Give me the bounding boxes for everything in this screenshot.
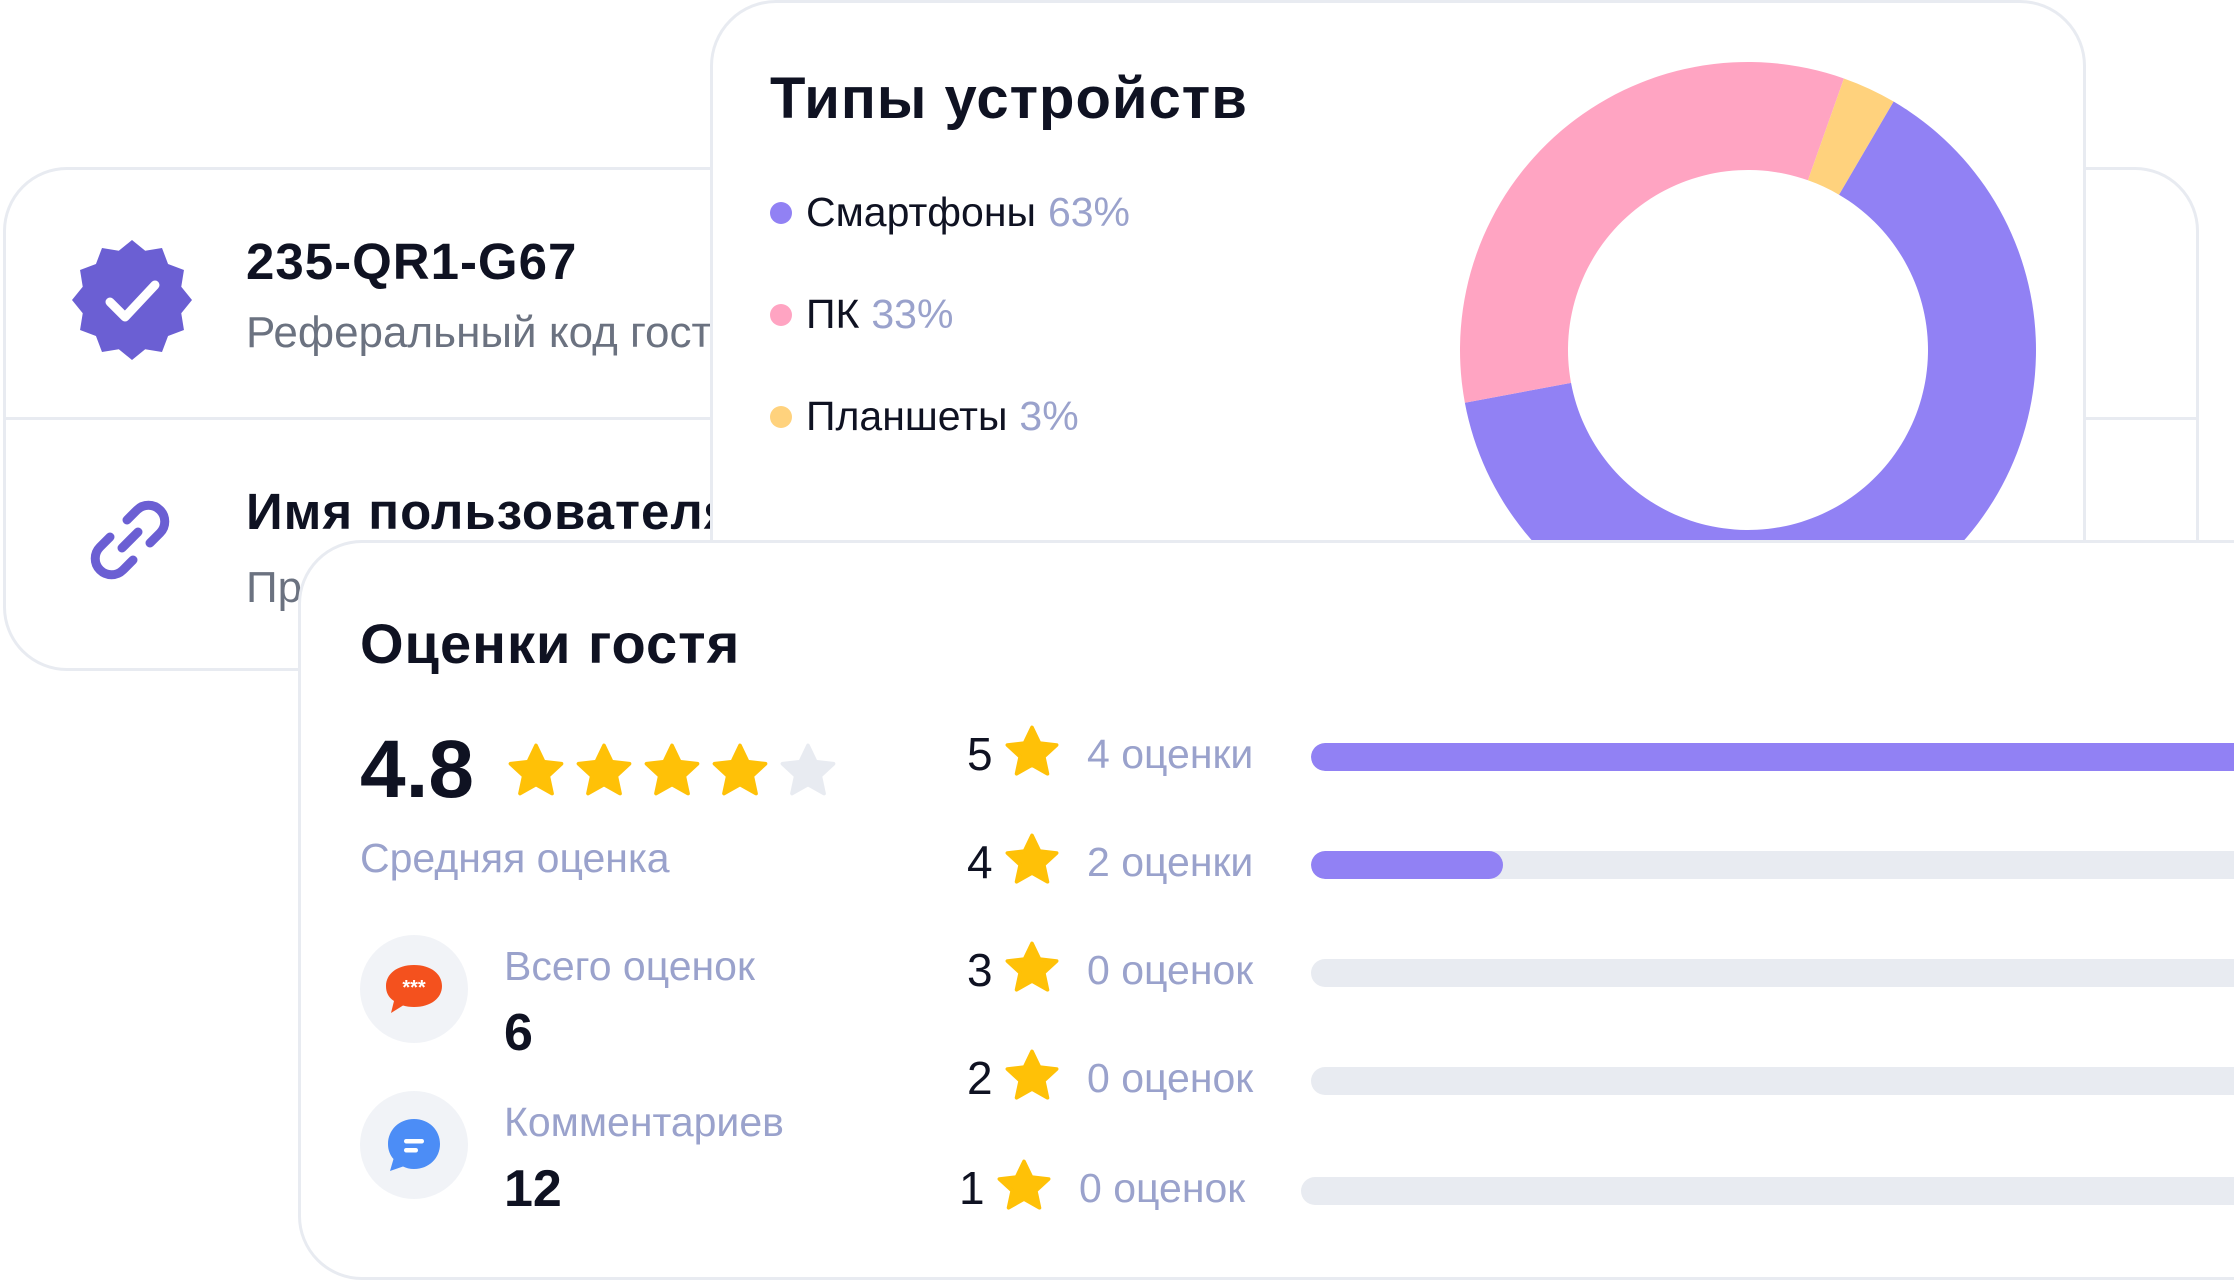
verified-badge-icon (70, 238, 194, 367)
rating-row-bar-fill (1311, 851, 1503, 879)
rating-row-bar-track (1311, 1067, 2234, 1095)
legend-dot (770, 303, 792, 326)
legend-item-pc: ПК 33% (770, 291, 953, 338)
star-icon (1005, 833, 1059, 884)
rating-row-stars: 3 (967, 944, 993, 996)
guest-ratings-card: Оценки гостя 4.8 Средняя оценка *** Всег… (298, 540, 2234, 1280)
referral-code-caption: Реферальный код гостя (246, 308, 736, 357)
rating-row-count: 0 оценок (1079, 1165, 1246, 1211)
link-icon (80, 490, 180, 595)
rating-row-stars: 2 (967, 1052, 993, 1104)
legend-percent: 3% (1019, 393, 1079, 439)
legend-label: ПК (806, 291, 860, 337)
donut-slice-2 (1460, 62, 1844, 403)
username-caption: Пр (246, 563, 303, 612)
username-title: Имя пользователя (246, 483, 735, 540)
rating-row-bar-track (1311, 959, 2234, 987)
rating-row-2: 2 0 оценок (301, 1047, 2234, 1107)
rating-row-1: 1 0 оценок (301, 1157, 2234, 1217)
guest-ratings-title: Оценки гостя (360, 612, 741, 675)
legend-item-tablets: Планшеты 3% (770, 393, 1079, 440)
rating-row-count: 2 оценки (1087, 839, 1254, 885)
legend-label: Планшеты (806, 393, 1008, 439)
legend-percent: 63% (1047, 189, 1130, 235)
legend-item-smartphones: Смартфоны 63% (770, 189, 1130, 236)
rating-row-stars: 4 (967, 836, 993, 888)
rating-row-bar-track (1311, 851, 2234, 879)
rating-row-count: 0 оценок (1087, 1055, 1254, 1101)
star-icon (1005, 941, 1059, 992)
legend-label: Смартфоны (806, 189, 1036, 235)
referral-code: 235-QR1-G67 (246, 233, 578, 290)
star-icon (1005, 725, 1059, 776)
rating-row-bar-track (1311, 743, 2234, 771)
star-icon (1005, 1049, 1059, 1100)
rating-row-count: 0 оценок (1087, 947, 1254, 993)
rating-row-stars: 1 (959, 1162, 985, 1214)
star-icon (997, 1159, 1051, 1210)
legend-dot (770, 201, 792, 224)
legend-dot (770, 405, 792, 428)
rating-row-4: 4 2 оценки (301, 831, 2234, 891)
rating-row-bar-fill (1311, 743, 2234, 771)
legend-percent: 33% (871, 291, 954, 337)
rating-row-3: 3 0 оценок (301, 939, 2234, 999)
rating-row-5: 5 4 оценки (301, 723, 2234, 783)
rating-row-bar-track (1301, 1177, 2234, 1205)
rating-row-count: 4 оценки (1087, 731, 1254, 777)
rating-row-stars: 5 (967, 728, 993, 780)
device-types-title: Типы устройств (770, 66, 1248, 131)
